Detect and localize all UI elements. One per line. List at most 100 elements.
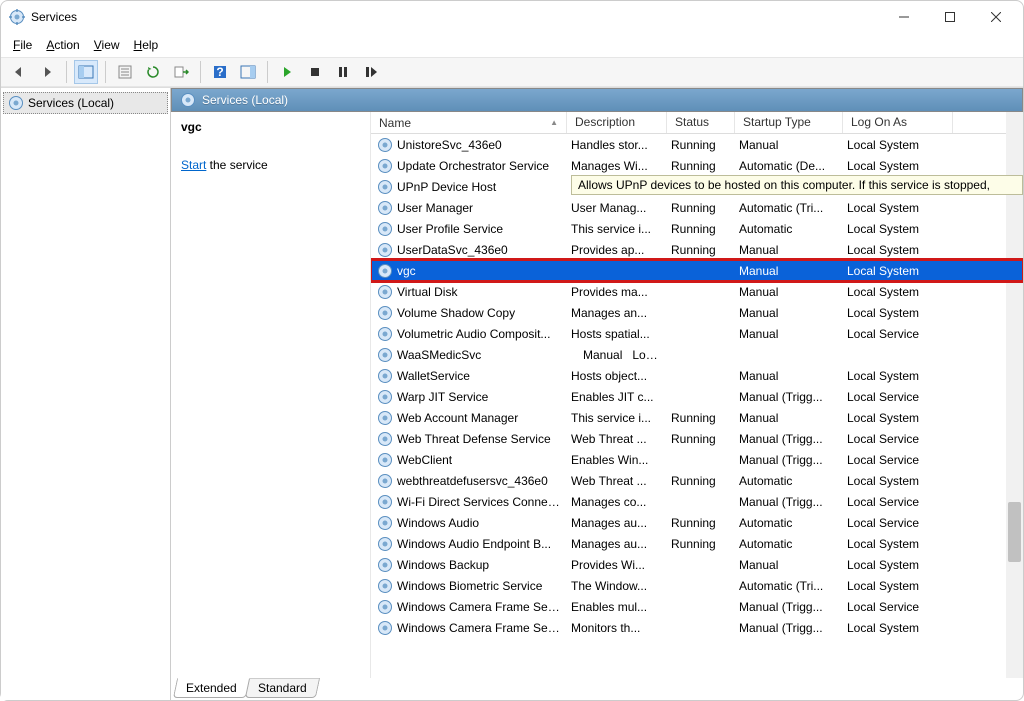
cell-log-on-as: Local Service: [845, 432, 955, 446]
cell-log-on-as: Local System: [845, 537, 955, 551]
service-row[interactable]: Windows BackupProvides Wi...ManualLocal …: [371, 554, 1023, 575]
service-row[interactable]: User Profile ServiceThis service i...Run…: [371, 218, 1023, 239]
service-row[interactable]: UserDataSvc_436e0Provides ap...RunningMa…: [371, 239, 1023, 260]
service-row[interactable]: Windows Camera Frame Ser...Monitors th..…: [371, 617, 1023, 638]
cell-startup-type: Manual (Trigg...: [737, 600, 845, 614]
menu-file[interactable]: File: [7, 36, 38, 54]
start-service-button[interactable]: [275, 60, 299, 84]
close-button[interactable]: [973, 2, 1019, 32]
column-log-on-as[interactable]: Log On As: [843, 112, 953, 133]
cell-startup-type: Manual: [737, 243, 845, 257]
service-list: Name▲ Description Status Startup Type Lo…: [371, 112, 1023, 678]
selected-service-name: vgc: [181, 120, 360, 134]
cell-description: Web Threat ...: [569, 474, 669, 488]
gear-icon: [377, 200, 393, 216]
tab-standard[interactable]: Standard: [245, 678, 320, 698]
service-row[interactable]: Web Threat Defense ServiceWeb Threat ...…: [371, 428, 1023, 449]
service-row[interactable]: User ManagerUser Manag...RunningAutomati…: [371, 197, 1023, 218]
cell-name: UserDataSvc_436e0: [395, 243, 569, 257]
service-row[interactable]: WebClientEnables Win...Manual (Trigg...L…: [371, 449, 1023, 470]
cell-name: Virtual Disk: [395, 285, 569, 299]
gear-icon: [377, 305, 393, 321]
cell-log-on-as: Local System: [845, 558, 955, 572]
cell-description: Enables JIT c...: [569, 390, 669, 404]
scroll-thumb[interactable]: [1008, 502, 1021, 562]
service-row[interactable]: UnistoreSvc_436e0Handles stor...RunningM…: [371, 134, 1023, 155]
cell-description: Provides Wi...: [569, 558, 669, 572]
gear-icon: [377, 221, 393, 237]
service-row[interactable]: WalletServiceHosts object...ManualLocal …: [371, 365, 1023, 386]
forward-button[interactable]: [35, 60, 59, 84]
start-service-link[interactable]: Start: [181, 158, 206, 172]
cell-name: Volume Shadow Copy: [395, 306, 569, 320]
service-row[interactable]: Windows AudioManages au...RunningAutomat…: [371, 512, 1023, 533]
service-row[interactable]: Volume Shadow CopyManages an...ManualLoc…: [371, 302, 1023, 323]
right-pane: Services (Local) vgc Start the service N…: [171, 88, 1023, 700]
service-row[interactable]: webthreatdefusersvc_436e0Web Threat ...R…: [371, 470, 1023, 491]
cell-startup-type: Automatic (Tri...: [737, 579, 845, 593]
maximize-button[interactable]: [927, 2, 973, 32]
service-row[interactable]: Warp JIT ServiceEnables JIT c...Manual (…: [371, 386, 1023, 407]
service-row[interactable]: Web Account ManagerThis service i...Runn…: [371, 407, 1023, 428]
menu-action[interactable]: Action: [40, 36, 85, 54]
cell-name: User Manager: [395, 201, 569, 215]
tree-services-local[interactable]: Services (Local): [3, 92, 168, 114]
column-startup-type[interactable]: Startup Type: [735, 112, 843, 133]
cell-name: Update Orchestrator Service: [395, 159, 569, 173]
cell-name: Windows Biometric Service: [395, 579, 569, 593]
service-row[interactable]: Volumetric Audio Composit...Hosts spatia…: [371, 323, 1023, 344]
cell-log-on-as: Local System: [845, 474, 955, 488]
cell-name: Windows Audio Endpoint B...: [395, 537, 569, 551]
show-hide-action-pane-button[interactable]: [236, 60, 260, 84]
help-button[interactable]: ?: [208, 60, 232, 84]
tab-extended[interactable]: Extended: [173, 678, 250, 698]
gear-icon: [377, 347, 393, 363]
pause-service-button[interactable]: [331, 60, 355, 84]
cell-log-on-as: Local System: [845, 264, 955, 278]
cell-description: ManualLocal System: [569, 348, 669, 362]
gear-icon: [377, 410, 393, 426]
show-hide-console-tree-button[interactable]: [74, 60, 98, 84]
cell-log-on-as: Local System: [845, 369, 955, 383]
export-list-button[interactable]: [169, 60, 193, 84]
service-row[interactable]: vgcManualLocal System: [371, 260, 1023, 281]
pane-header: Services (Local): [171, 88, 1023, 112]
cell-status: Running: [669, 138, 737, 152]
cell-description: Hosts object...: [569, 369, 669, 383]
service-row[interactable]: Windows Biometric ServiceThe Window... Au…: [371, 575, 1023, 596]
refresh-button[interactable]: [141, 60, 165, 84]
column-description[interactable]: Description: [567, 112, 667, 133]
cell-startup-type: Manual: [737, 306, 845, 320]
service-row[interactable]: Windows Camera Frame Ser...Enables mul..…: [371, 596, 1023, 617]
properties-button[interactable]: [113, 60, 137, 84]
detail-pane: vgc Start the service: [171, 112, 371, 678]
cell-description: The Window...: [569, 579, 669, 593]
cell-description: Handles stor...: [569, 138, 669, 152]
cell-startup-type: Manual: [737, 138, 845, 152]
service-row[interactable]: Windows Audio Endpoint B...Manages au...…: [371, 533, 1023, 554]
cell-startup-type: Manual (Trigg...: [737, 453, 845, 467]
cell-startup-type: Automatic: [737, 516, 845, 530]
back-button[interactable]: [7, 60, 31, 84]
cell-startup-type: Automatic (Tri...: [737, 201, 845, 215]
service-row[interactable]: Update Orchestrator ServiceManages Wi...…: [371, 155, 1023, 176]
service-row[interactable]: Virtual DiskProvides ma...ManualLocal Sy…: [371, 281, 1023, 302]
cell-status: Running: [669, 201, 737, 215]
gear-icon: [8, 95, 24, 111]
service-row[interactable]: Wi-Fi Direct Services Connec...Manages c…: [371, 491, 1023, 512]
menu-view[interactable]: View: [88, 36, 126, 54]
restart-service-button[interactable]: [359, 60, 383, 84]
cell-name: webthreatdefusersvc_436e0: [395, 474, 569, 488]
stop-service-button[interactable]: [303, 60, 327, 84]
cell-name: Windows Audio: [395, 516, 569, 530]
gear-icon: [377, 515, 393, 531]
column-status[interactable]: Status: [667, 112, 735, 133]
gear-icon: [377, 473, 393, 489]
service-row[interactable]: WaaSMedicSvcManualLocal System: [371, 344, 1023, 365]
vertical-scrollbar[interactable]: [1006, 112, 1023, 678]
minimize-button[interactable]: [881, 2, 927, 32]
column-name[interactable]: Name▲: [371, 112, 567, 133]
cell-description: Provides ap...: [569, 243, 669, 257]
window-title: Services: [31, 10, 77, 24]
menu-help[interactable]: Help: [128, 36, 165, 54]
